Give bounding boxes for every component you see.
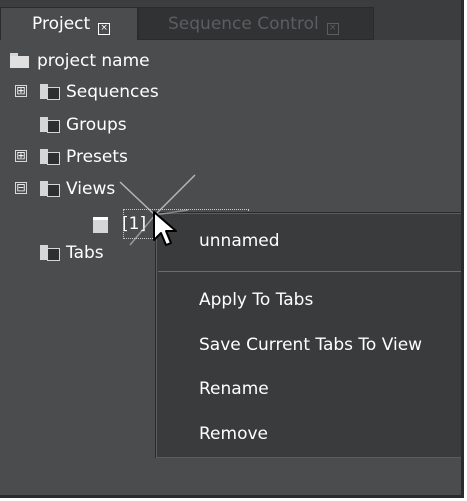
tab-bar: Project × Sequence Control ×	[0, 0, 461, 40]
tree-item-label: Sequences	[66, 82, 159, 102]
presets-folder-icon	[40, 149, 60, 165]
menu-item-rename[interactable]: Rename	[199, 377, 269, 401]
mouse-cursor-icon	[153, 211, 177, 246]
tab-project-label: Project	[32, 14, 91, 34]
tabs-folder-icon	[40, 245, 60, 261]
menu-item-remove[interactable]: Remove	[199, 422, 268, 446]
menu-item-apply-to-tabs[interactable]: Apply To Tabs	[199, 288, 313, 312]
tree-item-label: Tabs	[66, 243, 104, 263]
context-menu-separator	[158, 271, 461, 272]
tab-sequence-control-label: Sequence Control	[168, 14, 319, 34]
views-folder-icon	[40, 181, 60, 197]
tab-sequence-control[interactable]: Sequence Control ×	[138, 7, 374, 40]
sequences-folder-icon	[40, 84, 60, 100]
project-panel: Project × Sequence Control × project name …	[0, 0, 464, 498]
tab-project[interactable]: Project ×	[0, 7, 138, 40]
tree-item-label: Views	[66, 179, 116, 199]
close-icon[interactable]: ×	[98, 23, 111, 35]
tree-item-label: Presets	[66, 147, 128, 167]
tree-item-label: Groups	[66, 115, 127, 135]
close-icon[interactable]: ×	[326, 23, 339, 35]
collapse-icon[interactable]: ⊟	[15, 182, 27, 194]
expand-icon[interactable]: ⊞	[15, 85, 27, 97]
menu-item-save-current-tabs-to-view[interactable]: Save Current Tabs To View	[199, 333, 422, 357]
expand-icon[interactable]: ⊞	[15, 150, 27, 162]
context-menu-header: unnamed	[199, 231, 280, 251]
groups-folder-icon	[40, 117, 60, 133]
context-menu: unnamed Apply To Tabs Save Current Tabs …	[155, 212, 461, 458]
view-icon	[93, 217, 108, 233]
tree-root-label: project name	[37, 51, 150, 71]
open-folder-icon	[10, 53, 29, 68]
